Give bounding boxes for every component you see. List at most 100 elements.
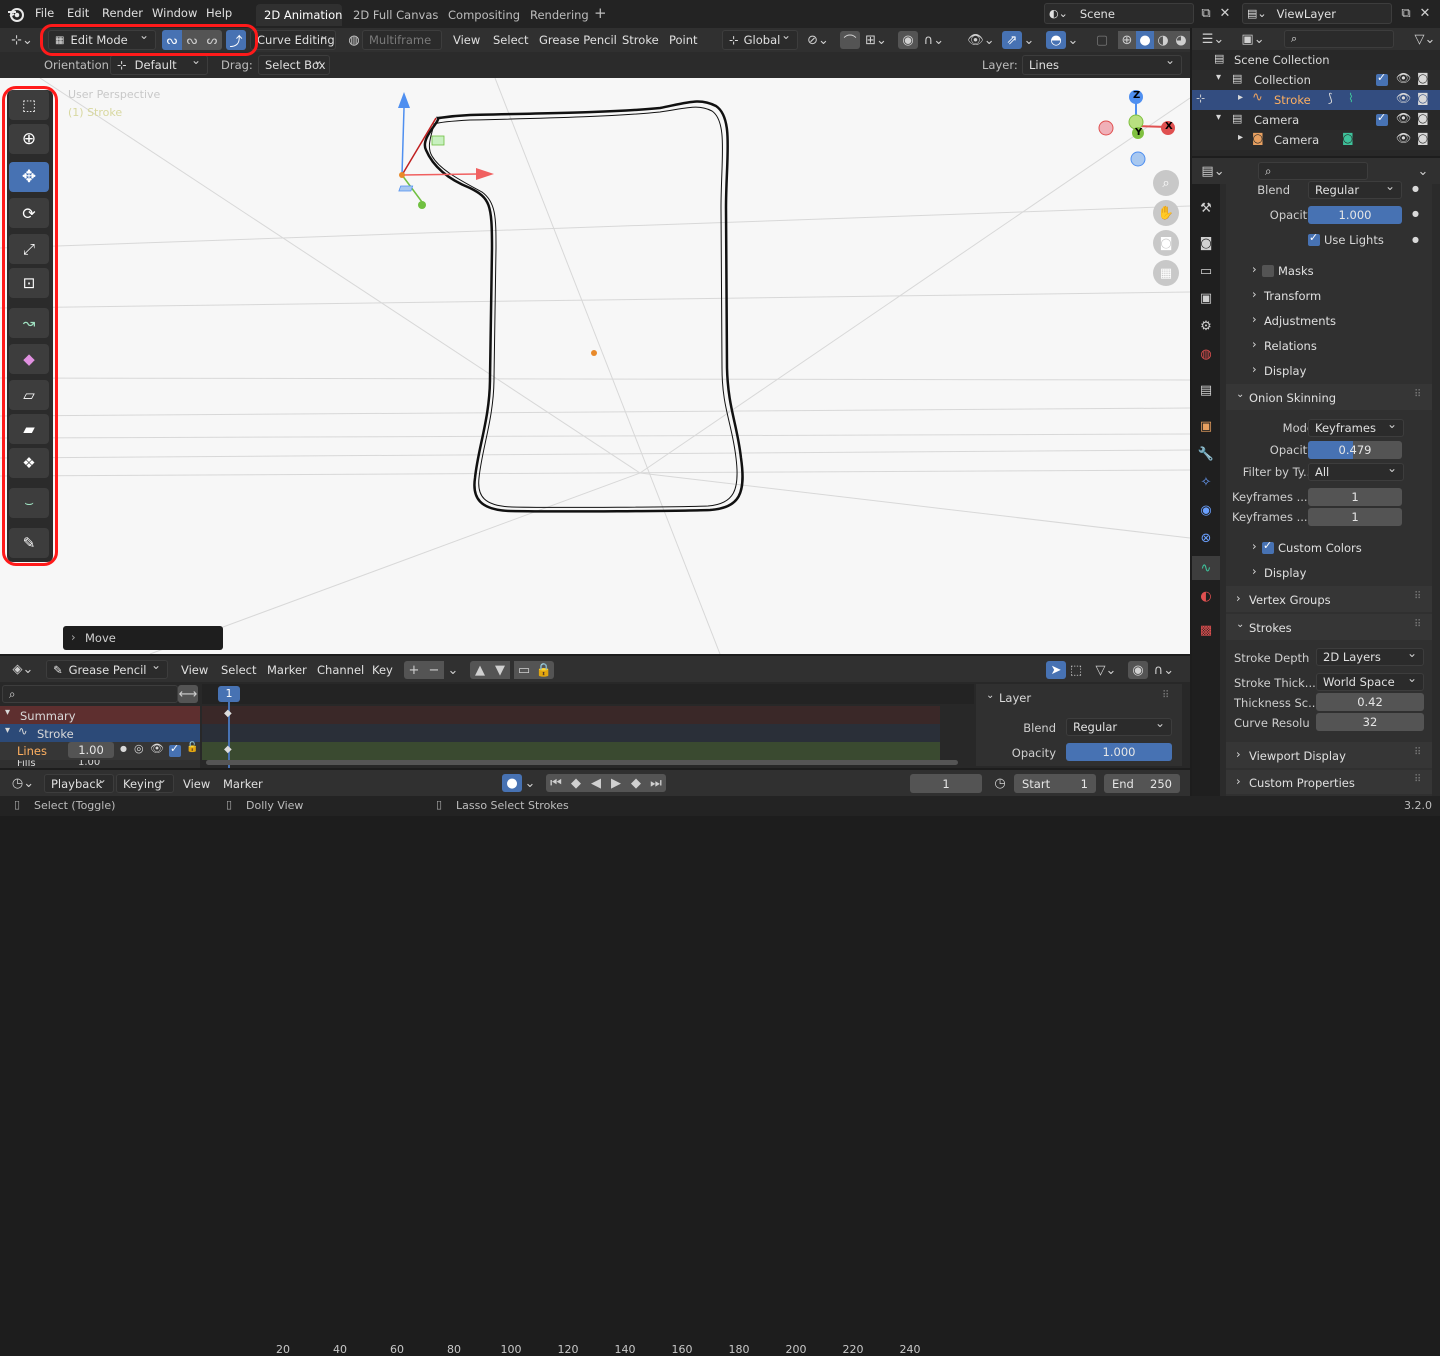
new-viewlayer-icon[interactable]: ⧉ [1396, 4, 1416, 22]
lines-eye-icon[interactable]: 👁 [150, 742, 164, 755]
onion-filter-dropdown[interactable]: All [1308, 463, 1404, 481]
relations-chevron-icon[interactable]: › [1252, 337, 1257, 351]
play-reverse-icon[interactable]: ◀ [586, 774, 606, 792]
layer-blend-dropdown[interactable]: Regular [1308, 181, 1402, 199]
new-scene-icon[interactable]: ⧉ [1196, 4, 1216, 22]
camera-render-icon[interactable]: ◙ [1417, 131, 1429, 145]
current-frame-field[interactable]: 1 [910, 774, 982, 793]
dopesheet-scrollbar[interactable] [206, 760, 958, 765]
layer-specials-icon[interactable]: ⌄ [444, 661, 462, 679]
last-operator-panel[interactable]: › Move [63, 626, 223, 650]
lines-onion-icon[interactable]: ◎ [134, 742, 144, 755]
eye-icon[interactable]: 👁 [1396, 91, 1411, 105]
expand-arrow-icon[interactable]: ▸ [1238, 92, 1243, 103]
eye-icon[interactable]: 👁 [1396, 111, 1411, 125]
dopesheet-mode-dropdown[interactable]: ✎ Grease Pencil [46, 660, 168, 679]
drag-handle-icon[interactable]: ⠿ [1414, 591, 1421, 602]
pan-hand-icon[interactable]: ✋ [1153, 200, 1179, 226]
camera-view-icon[interactable]: ◙ [1153, 230, 1179, 256]
gizmo-dropdown-icon[interactable]: ⌄ [1022, 31, 1036, 49]
display-panel[interactable]: Display [1264, 364, 1306, 378]
onion-mode-dropdown[interactable]: Keyframes [1308, 419, 1404, 437]
tab-effects-icon[interactable]: ✧ [1196, 472, 1216, 492]
camera-render-icon[interactable]: ◙ [1417, 111, 1429, 125]
display-chevron-icon[interactable]: › [1252, 362, 1257, 376]
curve-editing-dropdown[interactable]: Curve Editing [250, 30, 336, 50]
falloff-icon[interactable]: ∩⌄ [920, 31, 948, 49]
tl-menu-marker[interactable]: Marker [223, 777, 263, 791]
ds-blend-dropdown[interactable]: Regular [1066, 718, 1172, 736]
channel-stroke[interactable] [0, 724, 200, 742]
visibility-icon[interactable]: 👁⌄ [966, 31, 996, 49]
ds-menu-select[interactable]: Select [221, 663, 256, 677]
ds-proportional-icon[interactable]: ◉ [1128, 661, 1148, 679]
channel-search-input[interactable]: ⌕ [2, 685, 178, 703]
tool-move[interactable]: ✥ [9, 162, 49, 192]
ds-filter-icon[interactable]: ▽⌄ [1092, 661, 1120, 679]
masks-panel[interactable]: Masks [1278, 264, 1314, 278]
ds-opacity-field[interactable]: 1.000 [1066, 743, 1172, 761]
keyframe-summary[interactable]: ◆ [224, 708, 232, 719]
prev-keyframe-icon[interactable]: ◆ [566, 774, 586, 792]
tool-bend[interactable]: ▱ [9, 380, 49, 410]
tool-interpolate[interactable]: ⌣ [9, 488, 49, 518]
tab-collection-icon[interactable]: ▤ [1196, 380, 1216, 400]
outliner-editor-icon[interactable]: ☰⌄ [1200, 30, 1226, 48]
tab-object-icon[interactable]: ▣ [1196, 416, 1216, 436]
move-layer-up-icon[interactable]: ▲ [470, 661, 490, 679]
show-hidden-icon[interactable]: ⬚ [1066, 661, 1086, 679]
keyframes-after-field[interactable]: 1 [1308, 508, 1402, 526]
swap-icon[interactable]: ⟷ [178, 685, 198, 703]
ds-falloff-icon[interactable]: ∩⌄ [1150, 661, 1178, 679]
timeline-editor-icon[interactable]: ◷⌄ [8, 774, 38, 792]
add-workspace-button[interactable]: + [594, 4, 607, 22]
shading-rendered-icon[interactable]: ◕ [1172, 31, 1190, 49]
tab-tool-icon[interactable]: ⚒ [1196, 198, 1216, 218]
multiframe-icon[interactable]: ◍ [344, 31, 364, 49]
pivot-point-icon[interactable]: ⊘⌄ [804, 31, 832, 49]
ds-menu-channel[interactable]: Channel [317, 663, 364, 677]
shading-wireframe-icon[interactable]: ⊕ [1118, 31, 1136, 49]
menu-render[interactable]: Render [102, 6, 143, 20]
tool-select-box[interactable]: ⬚ [9, 90, 49, 120]
xray-icon[interactable]: ▢ [1092, 31, 1112, 49]
remove-layer-icon[interactable]: − [424, 661, 444, 679]
tab-physics-icon[interactable]: ◉ [1196, 500, 1216, 520]
menu-stroke[interactable]: Stroke [622, 33, 659, 47]
drag-handle-icon[interactable]: ⠿ [1162, 690, 1169, 701]
overlay-dropdown-icon[interactable]: ⌄ [1066, 31, 1080, 49]
camera-data-icon[interactable]: ◙ [1342, 131, 1354, 145]
multiframe-toggle[interactable]: Multiframe [362, 30, 442, 50]
stroke-depth-dropdown[interactable]: 2D Layers [1316, 648, 1424, 666]
adjustments-panel[interactable]: Adjustments [1264, 314, 1336, 328]
drag-handle-icon[interactable]: ⠿ [1414, 619, 1421, 630]
stroke-thickness-dropdown[interactable]: World Space [1316, 673, 1424, 691]
menu-window[interactable]: Window [152, 6, 197, 20]
collection-exclude-checkbox[interactable] [1376, 71, 1388, 86]
properties-options-icon[interactable]: ⌄ [1414, 162, 1432, 180]
modifier-icon[interactable]: ⟆ [1328, 91, 1333, 105]
outliner-row-scene-collection[interactable]: ▤ Scene Collection [1192, 50, 1440, 70]
layer-dropdown[interactable]: Lines [1022, 55, 1182, 75]
drag-handle-icon[interactable]: ⠿ [1414, 389, 1421, 400]
only-selected-icon[interactable]: ➤ [1046, 661, 1066, 679]
tool-scale[interactable]: ⤢ [9, 234, 49, 264]
outliner-filter-icon[interactable]: ▽⌄ [1412, 30, 1438, 48]
adjustments-chevron-icon[interactable]: › [1252, 312, 1257, 326]
keying-menu[interactable]: Keying [116, 774, 174, 793]
tab-output-icon[interactable]: ▭ [1196, 261, 1216, 281]
snap-icon[interactable]: ⌒ [840, 31, 860, 50]
tab-world-icon[interactable]: ◍ [1196, 344, 1216, 364]
snap-target-icon[interactable]: ⊞⌄ [862, 31, 890, 49]
menu-view[interactable]: View [453, 33, 480, 47]
ds-menu-view[interactable]: View [181, 663, 208, 677]
frame-ruler[interactable] [202, 684, 974, 704]
tool-transform[interactable]: ⊡ [9, 268, 49, 298]
tab-render-icon[interactable]: ◙ [1196, 233, 1216, 253]
onion-opacity-slider[interactable]: 0.479 [1308, 441, 1402, 459]
masks-checkbox[interactable] [1262, 265, 1274, 277]
outliner-row-camera[interactable]: ▸ ◙ Camera ◙ 👁 ◙ [1192, 130, 1440, 150]
ds-menu-key[interactable]: Key [372, 663, 393, 677]
monitor-icon[interactable]: ▭ [514, 661, 534, 679]
play-icon[interactable]: ▶ [606, 774, 626, 792]
